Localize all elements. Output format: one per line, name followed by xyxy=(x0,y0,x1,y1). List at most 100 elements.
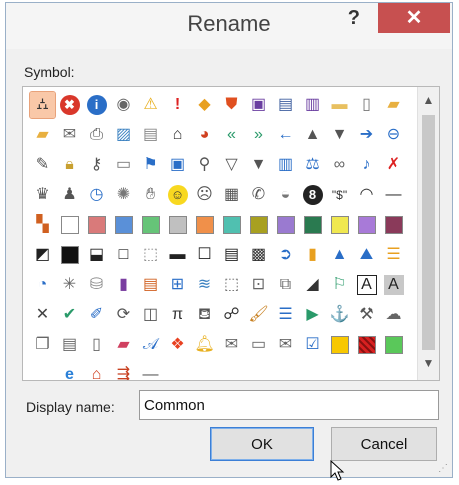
symbol-cell[interactable]: ▤ xyxy=(273,92,298,118)
symbol-cell[interactable] xyxy=(84,212,109,238)
symbol-cell[interactable] xyxy=(246,212,271,238)
symbol-cell[interactable]: ▮ xyxy=(111,272,136,298)
symbol-cell[interactable]: ✳ xyxy=(57,272,82,298)
symbol-cell[interactable]: ▯ xyxy=(84,332,109,358)
symbol-cell[interactable]: ♪ xyxy=(354,152,379,178)
help-button[interactable]: ? xyxy=(348,7,360,30)
symbol-cell[interactable]: e xyxy=(57,362,82,380)
symbol-cell[interactable]: ▣ xyxy=(165,152,190,178)
symbol-cell[interactable]: ▣ xyxy=(246,92,271,118)
symbol-cell[interactable]: ⛾ xyxy=(192,302,217,328)
symbol-cell[interactable]: ⌂ xyxy=(165,122,190,148)
symbol-cell[interactable]: ⚲ xyxy=(192,152,217,178)
scroll-up-button[interactable]: ▲ xyxy=(418,93,439,113)
symbol-cell[interactable]: ⚷ xyxy=(84,152,109,178)
symbol-cell[interactable]: ☰ xyxy=(381,242,406,268)
symbol-cell[interactable] xyxy=(300,212,325,238)
symbol-cell[interactable]: ✺ xyxy=(111,182,136,208)
symbol-cell[interactable]: ✉ xyxy=(57,122,82,148)
symbol-cell[interactable]: ◆ xyxy=(192,92,217,118)
symbol-cell[interactable]: ✗ xyxy=(381,152,406,178)
symbol-cell[interactable]: ◩ xyxy=(30,242,55,268)
scrollbar[interactable]: ▲ ▼ xyxy=(417,87,439,380)
symbol-cell[interactable]: ☺ xyxy=(165,182,190,208)
symbol-cell[interactable]: i xyxy=(84,92,109,118)
symbol-cell[interactable]: 🔒︎ xyxy=(57,152,82,178)
cancel-button[interactable]: Cancel xyxy=(331,427,437,461)
symbol-cell[interactable]: ▶ xyxy=(300,302,325,328)
symbol-cell[interactable] xyxy=(381,212,406,238)
symbol-cell[interactable]: ✎ xyxy=(30,152,55,178)
symbol-cell[interactable]: ▬ xyxy=(165,242,190,268)
symbol-cell[interactable] xyxy=(111,212,136,238)
symbol-cell[interactable]: ⛁ xyxy=(84,272,109,298)
symbol-cell[interactable]: ◕ xyxy=(192,122,217,148)
symbol-cell[interactable]: ▤ xyxy=(57,332,82,358)
symbol-cell[interactable]: ♟ xyxy=(57,182,82,208)
symbol-cell[interactable]: ⚑ xyxy=(138,152,163,178)
symbol-cell[interactable]: ✆ xyxy=(246,182,271,208)
symbol-cell[interactable]: « xyxy=(219,122,244,148)
symbol-cell[interactable]: ◠ xyxy=(354,182,379,208)
symbol-cell[interactable]: ☁ xyxy=(381,302,406,328)
symbol-cell[interactable] xyxy=(381,332,406,358)
symbol-cell[interactable]: — xyxy=(381,182,406,208)
symbol-cell[interactable] xyxy=(354,212,379,238)
symbol-cell[interactable]: A xyxy=(354,272,379,298)
symbol-cell[interactable]: ◢ xyxy=(300,272,325,298)
symbol-cell[interactable] xyxy=(138,212,163,238)
symbol-cell[interactable] xyxy=(327,212,352,238)
symbol-cell[interactable]: ❖ xyxy=(165,332,190,358)
symbol-cell[interactable]: ⊞ xyxy=(165,272,190,298)
symbol-cell[interactable] xyxy=(273,212,298,238)
symbol-cell[interactable]: ! xyxy=(165,92,190,118)
symbol-cell[interactable] xyxy=(192,212,217,238)
symbol-cell[interactable]: ⛼ xyxy=(29,91,56,119)
symbol-cell[interactable]: ▽ xyxy=(219,152,244,178)
symbol-cell[interactable]: ▤ xyxy=(138,272,163,298)
symbol-cell[interactable]: ≋ xyxy=(192,272,217,298)
symbol-cell[interactable]: ⇶ xyxy=(111,362,136,380)
symbol-cell[interactable]: ♛ xyxy=(30,182,55,208)
symbol-cell[interactable]: 𝒜 xyxy=(138,332,163,358)
ok-button[interactable]: OK xyxy=(210,427,314,461)
symbol-cell[interactable]: ◫ xyxy=(138,302,163,328)
symbol-cell[interactable]: □ xyxy=(111,242,136,268)
symbol-cell[interactable]: ⛊ xyxy=(219,92,244,118)
symbol-cell[interactable]: ▭ xyxy=(111,152,136,178)
symbol-cell[interactable]: ⎙ xyxy=(84,122,109,148)
symbol-cell[interactable]: ✉ xyxy=(219,332,244,358)
symbol-cell[interactable]: ⊡ xyxy=(246,272,271,298)
symbol-cell[interactable]: ▼ xyxy=(246,152,271,178)
symbol-cell[interactable]: ❐ xyxy=(30,332,55,358)
symbol-cell[interactable]: ▲ xyxy=(300,122,325,148)
symbol-cell[interactable] xyxy=(165,212,190,238)
symbol-cell[interactable]: ▥ xyxy=(273,152,298,178)
symbol-cell[interactable]: ⟳ xyxy=(111,302,136,328)
symbol-cell[interactable]: ☐ xyxy=(192,242,217,268)
symbol-cell[interactable]: ▥ xyxy=(300,92,325,118)
symbol-cell[interactable]: ▰ xyxy=(381,92,406,118)
symbol-cell[interactable]: — xyxy=(138,362,163,380)
symbol-cell[interactable]: ▰ xyxy=(111,332,136,358)
symbol-cell[interactable]: ◔ xyxy=(30,272,55,298)
symbol-cell[interactable]: ⚠ xyxy=(138,92,163,118)
symbol-cell[interactable]: ☹ xyxy=(192,182,217,208)
symbol-cell[interactable]: ☰ xyxy=(273,302,298,328)
scroll-down-button[interactable]: ▼ xyxy=(418,356,439,376)
symbol-cell[interactable]: ✋︎ xyxy=(138,182,163,208)
symbol-cell[interactable]: 8 xyxy=(300,182,325,208)
scroll-thumb[interactable] xyxy=(422,115,435,350)
symbol-cell[interactable]: 🖌︎ xyxy=(246,302,271,328)
symbol-cell[interactable] xyxy=(219,212,244,238)
symbol-cell[interactable]: ➲ xyxy=(273,242,298,268)
symbol-cell[interactable]: A xyxy=(381,272,406,298)
symbol-cell[interactable]: ▨ xyxy=(111,122,136,148)
symbol-cell[interactable]: ⚐ xyxy=(327,272,352,298)
symbol-cell[interactable]: ✉ xyxy=(273,332,298,358)
symbol-cell[interactable] xyxy=(30,362,55,380)
symbol-cell[interactable]: ⚖ xyxy=(300,152,325,178)
symbol-cell[interactable]: ▦ xyxy=(219,182,244,208)
symbol-cell[interactable]: ▤ xyxy=(219,242,244,268)
symbol-cell[interactable] xyxy=(354,332,379,358)
